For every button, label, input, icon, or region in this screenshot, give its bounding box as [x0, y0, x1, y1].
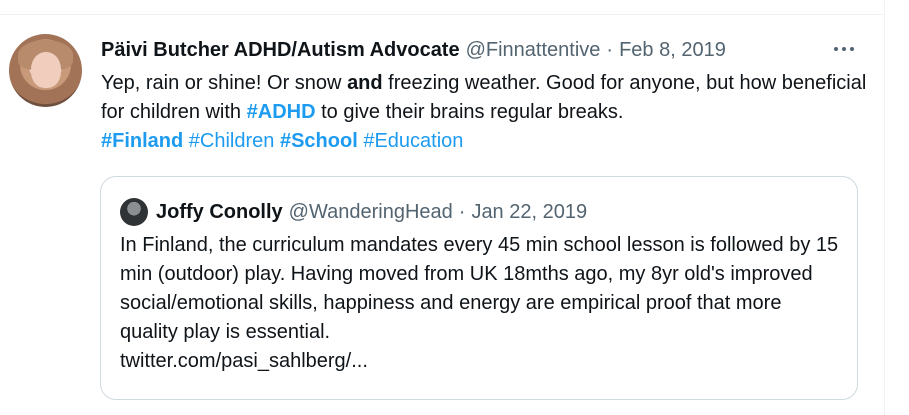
- tweet-text-part3: to give their brains regular breaks.: [315, 101, 624, 123]
- quoted-author-name[interactable]: Joffy Conolly: [156, 201, 283, 224]
- right-divider: [884, 0, 885, 415]
- quoted-tweet-body: In Finland, the curriculum mandates ever…: [120, 234, 839, 343]
- avatar-face: [31, 52, 61, 88]
- quoted-tweet-text: In Finland, the curriculum mandates ever…: [120, 231, 840, 376]
- hashtag-children[interactable]: #Children: [189, 130, 275, 152]
- hashtag-finland[interactable]: #Finland: [101, 130, 183, 152]
- quoted-tweet-link[interactable]: twitter.com/pasi_sahlberg/...: [120, 350, 368, 372]
- author-avatar[interactable]: [9, 34, 82, 107]
- quoted-header-separator: ·: [458, 200, 466, 223]
- author-handle[interactable]: @Finnattentive: [466, 39, 601, 62]
- tweet-text: Yep, rain or shine! Or snow and freezing…: [101, 69, 871, 156]
- hashtag-adhd[interactable]: #ADHD: [247, 101, 316, 123]
- author-name[interactable]: Päivi Butcher ADHD/Autism Advocate: [101, 39, 460, 62]
- quoted-tweet-header: Joffy Conolly @WanderingHead · Jan 22, 2…: [156, 197, 587, 227]
- more-horizontal-icon[interactable]: [832, 38, 856, 60]
- more-dot: [850, 47, 854, 51]
- tweet-text-bold: and: [347, 72, 383, 94]
- header-separator: ·: [606, 38, 614, 61]
- more-dot: [834, 47, 838, 51]
- hashtag-school[interactable]: #School: [280, 130, 358, 152]
- tweet-header: Päivi Butcher ADHD/Autism Advocate @Finn…: [101, 36, 726, 64]
- hashtag-education[interactable]: #Education: [363, 130, 463, 152]
- quoted-tweet-card[interactable]: Joffy Conolly @WanderingHead · Jan 22, 2…: [100, 176, 858, 400]
- quoted-tweet-date[interactable]: Jan 22, 2019: [471, 201, 587, 224]
- top-divider: [0, 14, 884, 15]
- quoted-author-avatar[interactable]: [120, 198, 148, 226]
- tweet-date[interactable]: Feb 8, 2019: [619, 39, 726, 62]
- more-dot: [842, 47, 846, 51]
- quoted-author-handle[interactable]: @WanderingHead: [289, 201, 453, 224]
- tweet-text-part1: Yep, rain or shine! Or snow: [101, 72, 348, 94]
